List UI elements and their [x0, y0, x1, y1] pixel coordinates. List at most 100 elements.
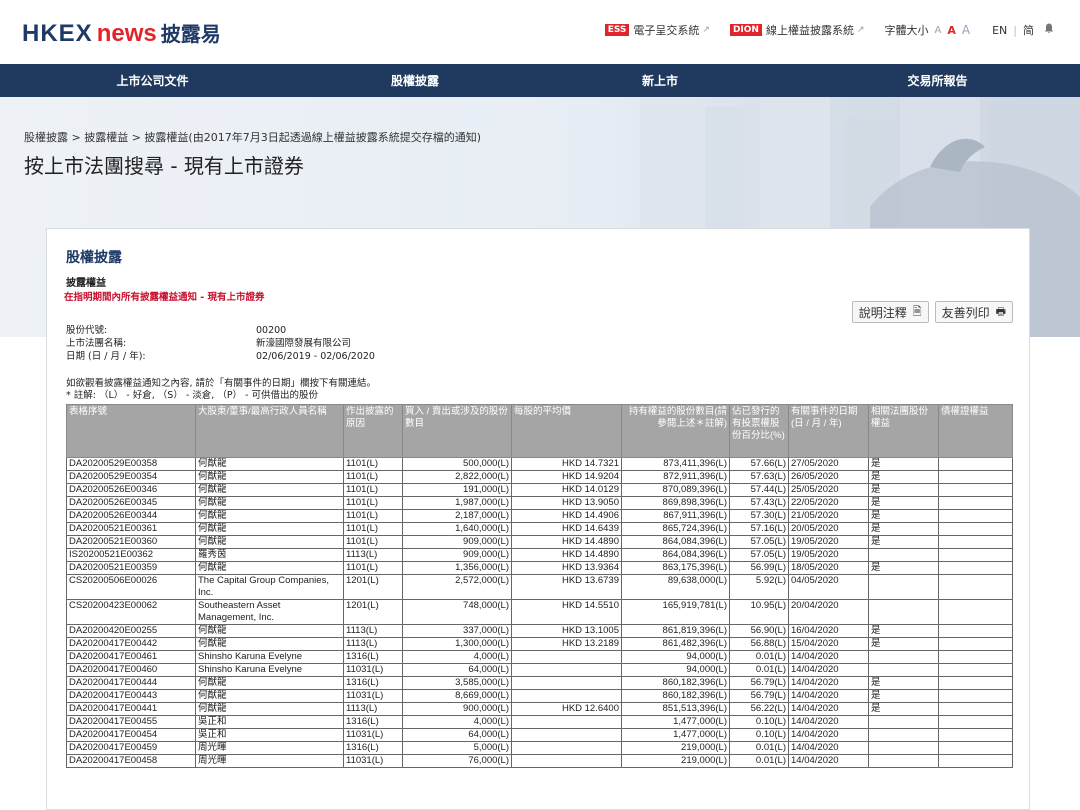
- cell-event-date[interactable]: 14/04/2020: [788, 663, 869, 677]
- cell-form-serial[interactable]: DA20200529E00354: [66, 470, 196, 484]
- cell-avg-price: HKD 13.9364: [511, 561, 622, 575]
- cell-percentage: 10.95(L): [729, 599, 789, 625]
- cell-associated-corp: 是: [868, 535, 939, 549]
- cell-event-date[interactable]: 14/04/2020: [788, 715, 869, 729]
- cell-holder-name: 何猷龍: [195, 509, 344, 523]
- cell-form-serial[interactable]: DA20200521E00360: [66, 535, 196, 549]
- col-avg-price: 每股的平均價: [511, 404, 622, 458]
- cell-shares-involved: 1,356,000(L): [402, 561, 512, 575]
- font-size-large[interactable]: A: [962, 23, 970, 37]
- cell-event-date[interactable]: 21/05/2020: [788, 509, 869, 523]
- lang-en-link[interactable]: EN: [992, 24, 1007, 37]
- cell-associated-corp: 是: [868, 483, 939, 497]
- cell-avg-price: HKD 14.7321: [511, 457, 622, 471]
- cell-holder-name: 何猷龍: [195, 689, 344, 703]
- cell-avg-price: HKD 14.4906: [511, 509, 622, 523]
- cell-shares-held: 861,482,396(L): [621, 637, 730, 651]
- logo-hkex-text: HKEX: [22, 20, 93, 47]
- cell-event-date[interactable]: 14/04/2020: [788, 754, 869, 768]
- cell-event-date[interactable]: 19/05/2020: [788, 548, 869, 562]
- nav-new-listings[interactable]: 新上市: [525, 64, 795, 97]
- cell-reason: 1113(L): [343, 624, 403, 638]
- cell-event-date[interactable]: 26/05/2020: [788, 470, 869, 484]
- cell-form-serial[interactable]: DA20200417E00460: [66, 663, 196, 677]
- bell-icon[interactable]: [1044, 23, 1054, 37]
- nav-exchange-reports[interactable]: 交易所報告: [795, 64, 1080, 97]
- cell-percentage: 57.66(L): [729, 457, 789, 471]
- dion-link[interactable]: 線上權益披露系統: [766, 22, 854, 38]
- cell-holder-name: 何猷龍: [195, 535, 344, 549]
- col-reason: 作出披露的原因: [343, 404, 403, 458]
- cell-event-date[interactable]: 25/05/2020: [788, 483, 869, 497]
- cell-shares-held: 94,000(L): [621, 663, 730, 677]
- top-links: ESS 電子呈交系統 ↗ DION 線上權益披露系統 ↗ 字體大小 A A A …: [604, 22, 1054, 38]
- card-title: 股權披露: [66, 250, 122, 266]
- cell-holder-name: 何猷龍: [195, 483, 344, 497]
- hkexnews-logo[interactable]: HKEX news 披露易: [22, 18, 221, 48]
- table-row: DA20200417E00442 何猷龍 1113(L) 1,300,000(L) HK…: [66, 637, 1013, 651]
- ess-link[interactable]: 電子呈交系統: [633, 22, 699, 38]
- cell-form-serial[interactable]: DA20200417E00455: [66, 715, 196, 729]
- notes-button[interactable]: 說明注釋 🗎: [851, 301, 929, 323]
- cell-form-serial[interactable]: DA20200417E00454: [66, 728, 196, 742]
- cell-event-date[interactable]: 20/05/2020: [788, 522, 869, 536]
- cell-event-date[interactable]: 14/04/2020: [788, 741, 869, 755]
- disclosure-table: 表格序號 大股東/董事/最高行政人員名稱 作出披露的原因 買入 / 賣出或涉及的…: [66, 404, 1013, 768]
- table-row: DA20200526E00344 何猷龍 1101(L) 2,187,000(L) HK…: [66, 509, 1013, 523]
- cell-form-serial[interactable]: DA20200417E00444: [66, 676, 196, 690]
- cell-event-date[interactable]: 04/05/2020: [788, 574, 869, 600]
- cell-form-serial[interactable]: CS20200423E00062: [66, 599, 196, 625]
- cell-event-date[interactable]: 14/04/2020: [788, 702, 869, 716]
- cell-event-date[interactable]: 14/04/2020: [788, 650, 869, 664]
- lang-sc-link[interactable]: 简: [1023, 22, 1034, 38]
- cell-event-date[interactable]: 18/05/2020: [788, 561, 869, 575]
- cell-event-date[interactable]: 14/04/2020: [788, 689, 869, 703]
- print-button[interactable]: 友善列印 🖶: [934, 301, 1013, 323]
- cell-form-serial[interactable]: DA20200420E00255: [66, 624, 196, 638]
- font-size-small[interactable]: A: [935, 25, 942, 36]
- cell-debentures: [938, 728, 1013, 742]
- cell-percentage: 56.99(L): [729, 561, 789, 575]
- cell-event-date[interactable]: 16/04/2020: [788, 624, 869, 638]
- nav-listed-company-docs[interactable]: 上市公司文件: [0, 64, 305, 97]
- cell-event-date[interactable]: 14/04/2020: [788, 676, 869, 690]
- cell-reason: 1101(L): [343, 457, 403, 471]
- cell-percentage: 57.43(L): [729, 496, 789, 510]
- cell-form-serial[interactable]: DA20200521E00359: [66, 561, 196, 575]
- cell-form-serial[interactable]: DA20200417E00458: [66, 754, 196, 768]
- table-row: DA20200417E00461 Shinsho Karuna Evelyne 13…: [66, 650, 1013, 664]
- cell-event-date[interactable]: 15/04/2020: [788, 637, 869, 651]
- cell-event-date[interactable]: 22/05/2020: [788, 496, 869, 510]
- breadcrumb[interactable]: 股權披露 > 披露權益 > 披露權益(由2017年7月3日起透過線上權益披露系統…: [24, 129, 481, 145]
- cell-form-serial[interactable]: DA20200417E00459: [66, 741, 196, 755]
- cell-form-serial[interactable]: DA20200521E00361: [66, 522, 196, 536]
- cell-event-date[interactable]: 19/05/2020: [788, 535, 869, 549]
- dion-badge: DION: [729, 24, 762, 36]
- cell-form-serial[interactable]: DA20200417E00461: [66, 650, 196, 664]
- cell-form-serial[interactable]: DA20200417E00442: [66, 637, 196, 651]
- cell-event-date[interactable]: 27/05/2020: [788, 457, 869, 471]
- cell-form-serial[interactable]: IS20200521E00362: [66, 548, 196, 562]
- col-percentage: 佔已發行的有投票權股份百分比(%): [729, 404, 789, 458]
- cell-form-serial[interactable]: DA20200417E00441: [66, 702, 196, 716]
- cell-form-serial[interactable]: CS20200506E00026: [66, 574, 196, 600]
- cell-reason: 11031(L): [343, 689, 403, 703]
- cell-reason: 1101(L): [343, 496, 403, 510]
- cell-form-serial[interactable]: DA20200526E00344: [66, 509, 196, 523]
- cell-event-date[interactable]: 20/04/2020: [788, 599, 869, 625]
- col-event-date: 有關事件的日期(日 / 月 / 年): [788, 404, 869, 458]
- cell-form-serial[interactable]: DA20200526E00346: [66, 483, 196, 497]
- cell-form-serial[interactable]: DA20200526E00345: [66, 496, 196, 510]
- cell-shares-held: 1,477,000(L): [621, 715, 730, 729]
- cell-event-date[interactable]: 14/04/2020: [788, 728, 869, 742]
- font-size-medium[interactable]: A: [947, 24, 956, 37]
- cell-shares-held: 851,513,396(L): [621, 702, 730, 716]
- cell-shares-held: 219,000(L): [621, 754, 730, 768]
- stock-code-label: 股份代號:: [66, 325, 108, 336]
- nav-disclosure-of-interests[interactable]: 股權披露: [305, 64, 525, 97]
- cell-debentures: [938, 624, 1013, 638]
- cell-debentures: [938, 663, 1013, 677]
- table-row: DA20200420E00255 何猷龍 1113(L) 337,000(L) HKD …: [66, 624, 1013, 638]
- cell-form-serial[interactable]: DA20200529E00358: [66, 457, 196, 471]
- cell-form-serial[interactable]: DA20200417E00443: [66, 689, 196, 703]
